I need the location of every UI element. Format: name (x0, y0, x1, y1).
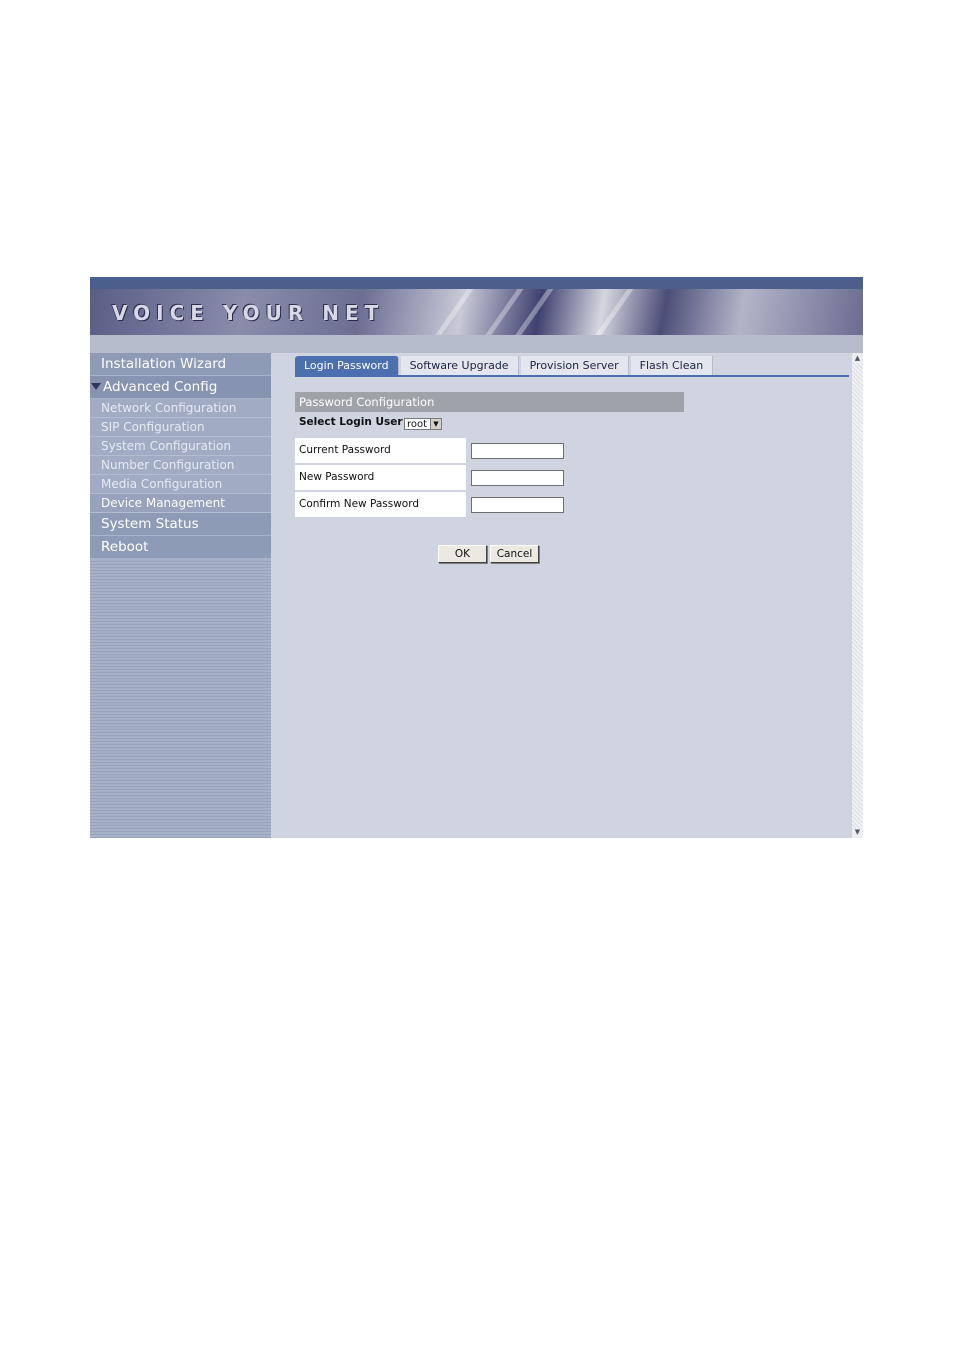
login-user-select-value: root (407, 419, 428, 430)
vertical-scrollbar[interactable]: ▲ ▼ (852, 353, 863, 838)
tab-login-password[interactable]: Login Password (295, 356, 399, 375)
router-web-ui: VOICE YOUR NET Installation Wizard Advan… (90, 257, 863, 838)
sidebar-item-device-management[interactable]: Device Management (90, 494, 271, 513)
sidebar-item-installation-wizard[interactable]: Installation Wizard (90, 353, 271, 376)
tab-underline (295, 375, 849, 377)
banner-title: VOICE YOUR NET (112, 301, 385, 325)
triangle-down-icon (91, 383, 101, 390)
sidebar-item-advanced-config[interactable]: Advanced Config (90, 376, 271, 399)
sidebar-item-media-configuration[interactable]: Media Configuration (90, 475, 271, 494)
scroll-up-icon[interactable]: ▲ (853, 354, 862, 363)
top-bar (90, 277, 863, 289)
sidebar: Installation Wizard Advanced Config Netw… (90, 353, 271, 838)
confirm-new-password-input[interactable] (471, 497, 564, 513)
ok-button[interactable]: OK (438, 545, 487, 563)
sidebar-item-system-configuration[interactable]: System Configuration (90, 437, 271, 456)
sidebar-item-network-configuration[interactable]: Network Configuration (90, 399, 271, 418)
banner-stripe (425, 289, 481, 335)
sidebar-item-reboot[interactable]: Reboot (90, 536, 271, 559)
sidebar-item-number-configuration[interactable]: Number Configuration (90, 456, 271, 475)
tab-flash-clean[interactable]: Flash Clean (630, 356, 714, 375)
banner: VOICE YOUR NET (90, 289, 863, 335)
section-header: Password Configuration (295, 392, 684, 412)
current-password-input[interactable] (471, 443, 564, 459)
login-user-select[interactable]: root ▼ (404, 418, 442, 430)
scroll-down-icon[interactable]: ▼ (853, 828, 862, 837)
sidebar-item-sip-configuration[interactable]: SIP Configuration (90, 418, 271, 437)
main-content: Login Password Software Upgrade Provisio… (271, 353, 852, 838)
tab-software-upgrade[interactable]: Software Upgrade (400, 356, 519, 375)
current-password-label: Current Password (295, 438, 466, 463)
select-login-user-label: Select Login User : (299, 416, 411, 428)
chevron-down-icon[interactable]: ▼ (430, 419, 441, 429)
cancel-button[interactable]: Cancel (490, 545, 539, 563)
banner-subbar (90, 335, 863, 353)
confirm-new-password-label: Confirm New Password (295, 492, 466, 517)
tab-provision-server[interactable]: Provision Server (520, 356, 629, 375)
banner-stripe (585, 289, 641, 335)
sidebar-item-system-status[interactable]: System Status (90, 513, 271, 536)
new-password-label: New Password (295, 465, 466, 490)
sidebar-item-label: Advanced Config (103, 379, 218, 395)
tab-bar: Login Password Software Upgrade Provisio… (295, 356, 715, 375)
new-password-input[interactable] (471, 470, 564, 486)
